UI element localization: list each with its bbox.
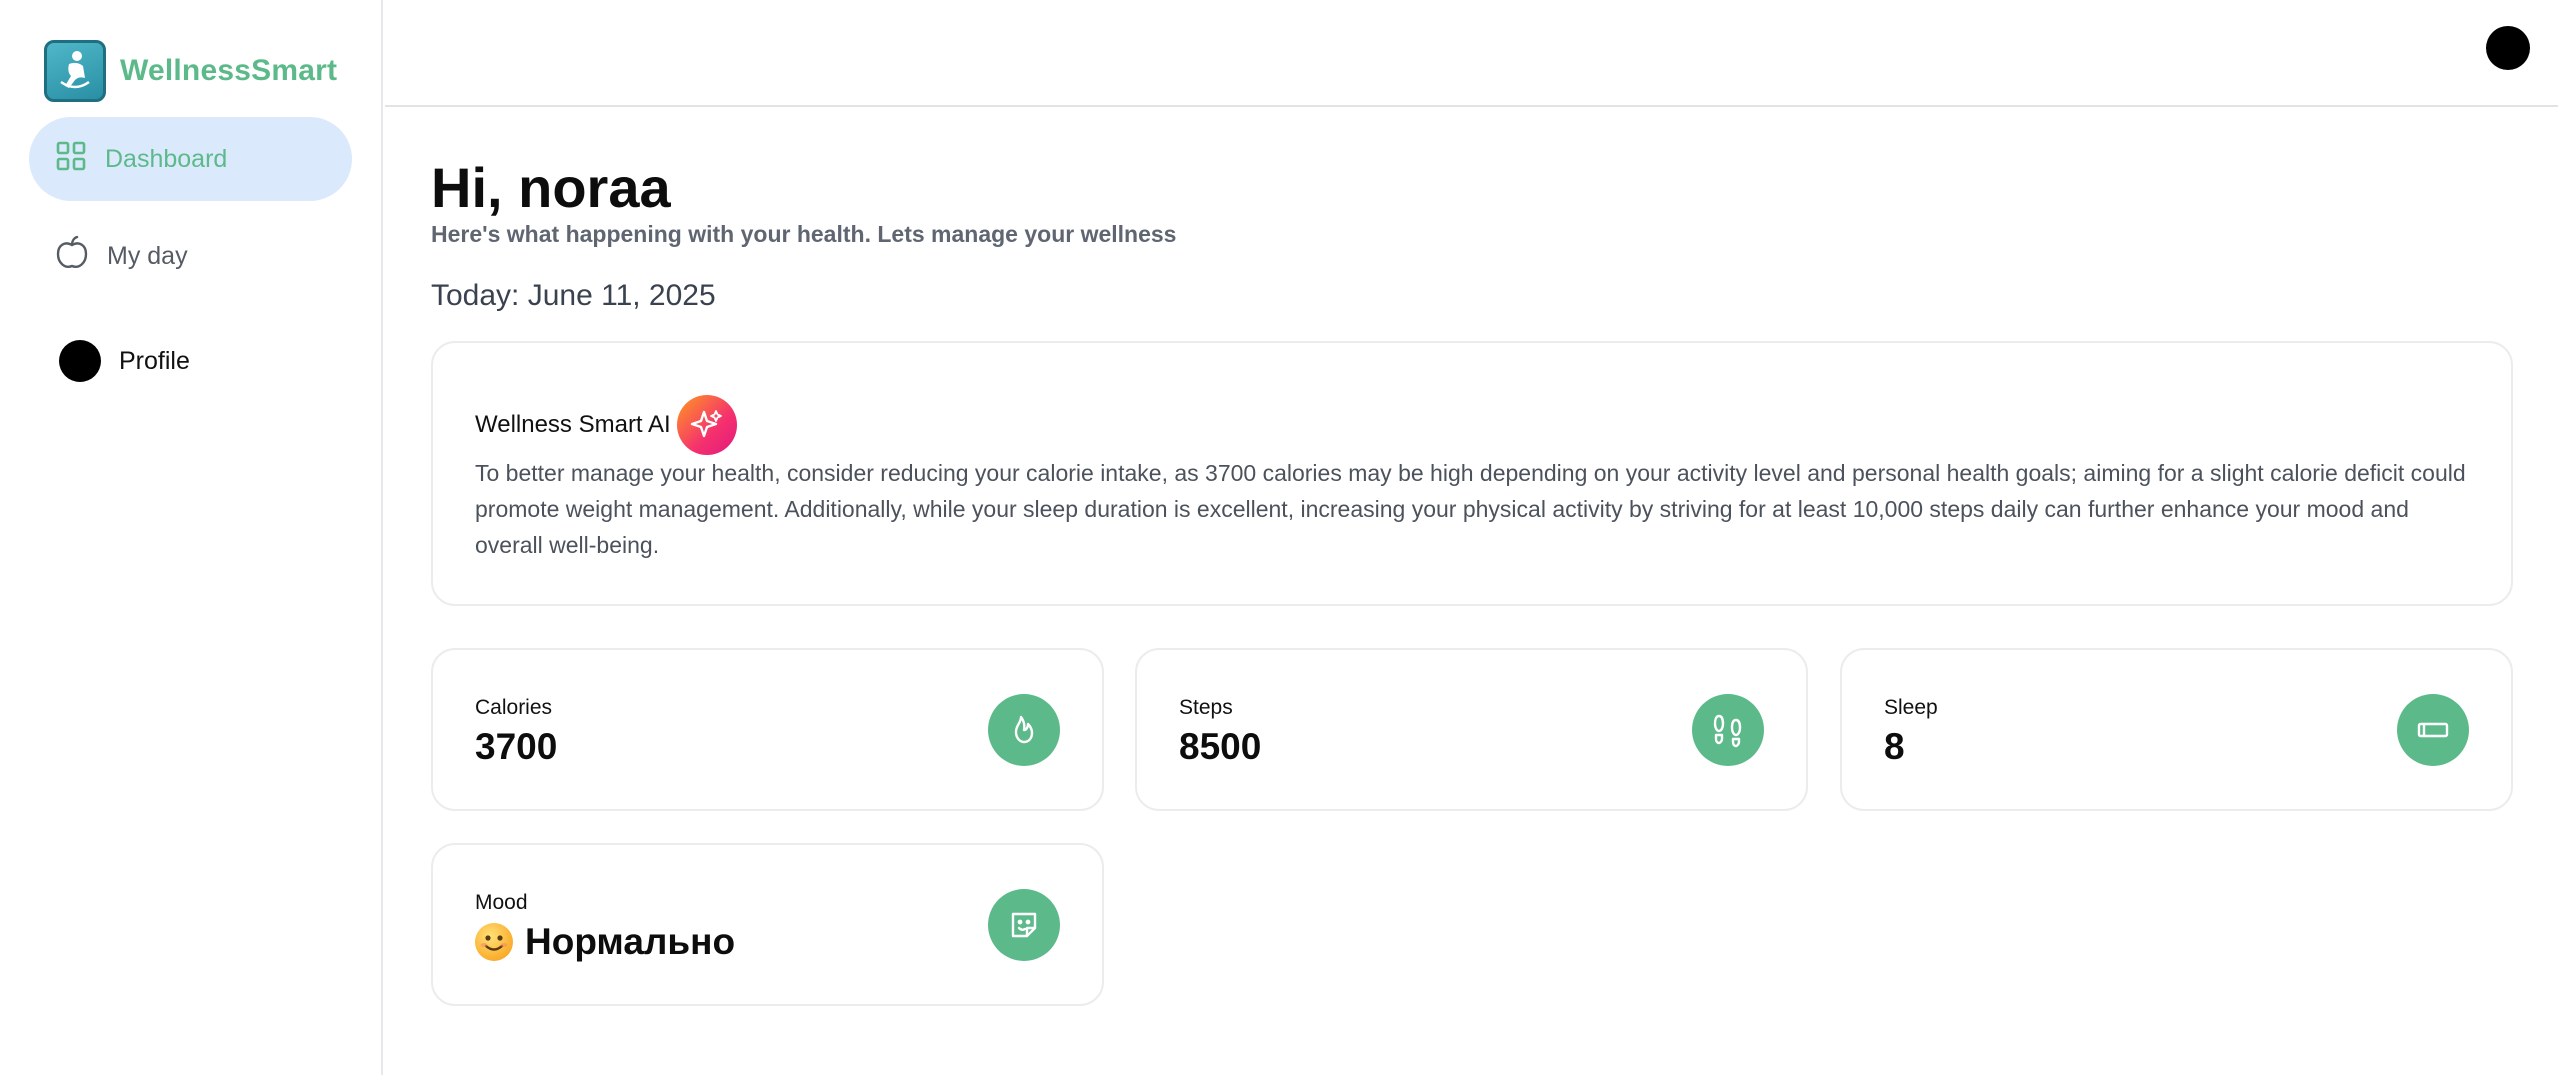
footprints-icon (1692, 694, 1764, 766)
ai-recommendation-text: To better manage your health, consider r… (475, 460, 2466, 558)
avatar (59, 340, 101, 382)
sticker-icon (988, 889, 1060, 961)
ai-card-title: Wellness Smart AI (475, 411, 671, 438)
brand[interactable]: WellnessSmart (44, 40, 337, 102)
brand-logo (44, 40, 106, 102)
mood-value: Нормально (525, 921, 736, 962)
stat-label: Steps (1179, 696, 1233, 719)
stat-value: 8 (1884, 726, 1905, 767)
steps-card: Steps 8500 (1135, 648, 1808, 811)
smiling-face-emoji-icon (475, 923, 513, 961)
sparkle-icon (676, 395, 737, 455)
stat-label: Sleep (1884, 696, 1938, 719)
sidebar: WellnessSmart Dashboard My day Profile (0, 0, 383, 1075)
apple-icon (55, 235, 89, 278)
today-date: Today: June 11, 2025 (431, 279, 716, 312)
stat-label: Calories (475, 696, 553, 719)
sidebar-item-profile[interactable]: Profile (29, 319, 352, 403)
stat-value: Нормально (475, 921, 735, 963)
sidebar-item-label: Dashboard (105, 144, 228, 173)
calories-card: Calories 3700 (431, 648, 1104, 811)
sidebar-item-label: My day (107, 241, 188, 270)
stat-value: 8500 (1179, 726, 1262, 767)
sidebar-item-my-day[interactable]: My day (29, 214, 352, 298)
sidebar-item-dashboard[interactable]: Dashboard (29, 117, 352, 201)
page-subtitle: Here's what happening with your health. … (431, 221, 1177, 247)
grid-icon (55, 140, 87, 179)
top-bar (385, 0, 2558, 107)
brand-name: WellnessSmart (120, 54, 338, 87)
flame-icon (988, 694, 1060, 766)
sidebar-item-label: Profile (119, 346, 190, 375)
ai-insight-card: Wellness Smart AI To better manage your … (431, 341, 2513, 606)
person-logo-icon (60, 51, 90, 89)
sleep-card: Sleep 8 (1840, 648, 2513, 811)
mood-card: Mood Нормально (431, 843, 1104, 1006)
stat-value: 3700 (475, 726, 558, 767)
stat-label: Mood (475, 891, 528, 914)
page-title: Hi, noraa (431, 156, 671, 219)
bed-icon (2397, 694, 2469, 766)
user-avatar[interactable] (2486, 26, 2530, 70)
ai-card-header: Wellness Smart AI (475, 395, 737, 455)
